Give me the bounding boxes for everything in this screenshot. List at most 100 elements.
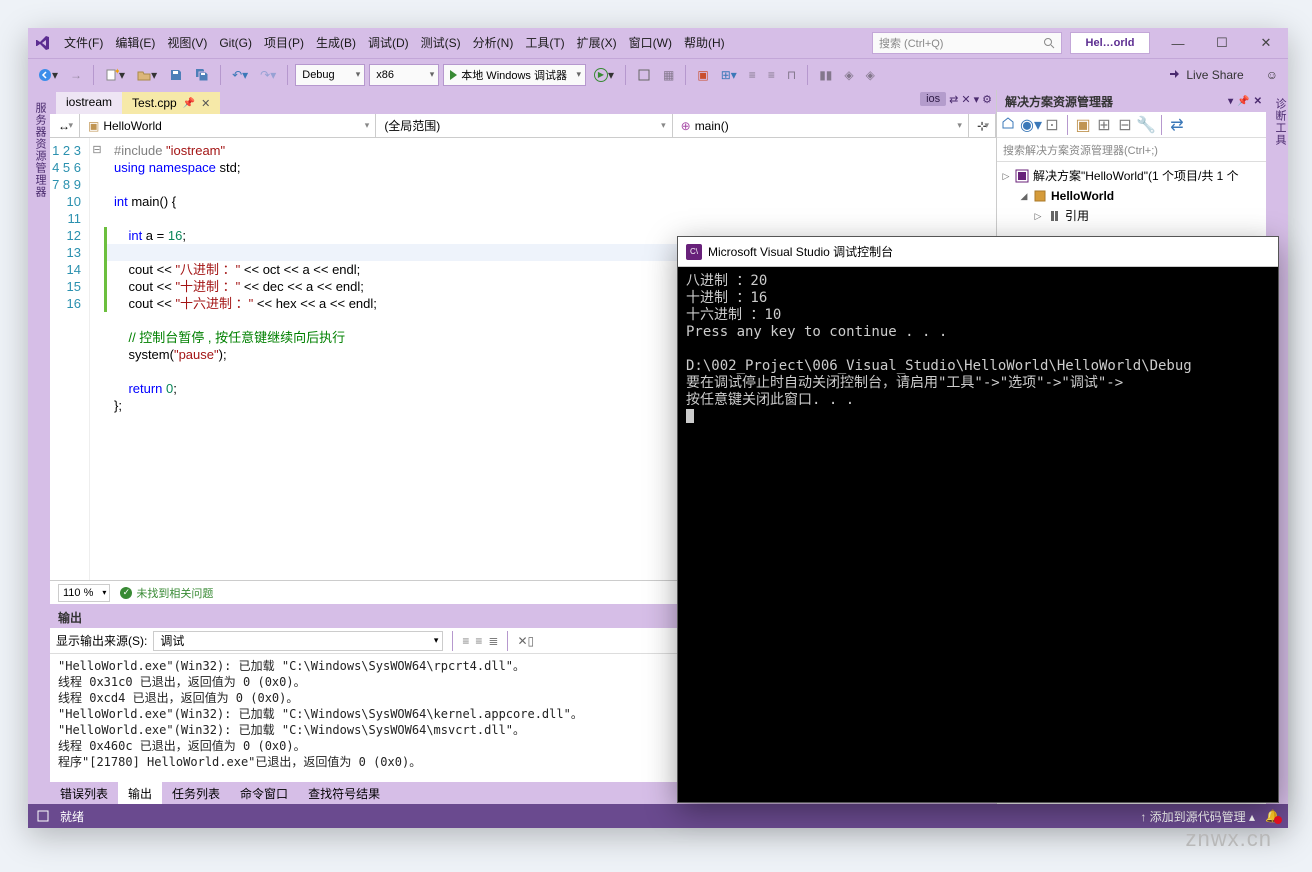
tb-icon-5[interactable]: ≡ (745, 63, 760, 87)
console-title-text: Microsoft Visual Studio 调试控制台 (708, 243, 893, 260)
tb-icon-6[interactable]: ≡ (764, 63, 779, 87)
nav-project[interactable]: ▣HelloWorld (80, 114, 376, 137)
out-clear-button[interactable]: ✕▯ (517, 634, 534, 648)
search-box[interactable]: 搜索 (Ctrl+Q) (872, 32, 1062, 54)
status-icon (36, 809, 50, 823)
tab-gear-icon[interactable]: ⚙ (982, 93, 992, 106)
bottom-tab-命令窗口[interactable]: 命令窗口 (230, 782, 298, 804)
code-nav-row: ↔ ▣HelloWorld (全局范围) ⊕main() ⊹ (50, 114, 996, 138)
console-title-bar[interactable]: C\ Microsoft Visual Studio 调试控制台 (678, 237, 1278, 267)
nav-fwd-button[interactable]: → (66, 63, 86, 87)
nav-toggle[interactable]: ↔ (50, 114, 80, 137)
redo-button[interactable]: ↷▾ (256, 63, 280, 87)
save-button[interactable] (165, 63, 187, 87)
menu-窗口(W)[interactable]: 窗口(W) (623, 28, 678, 58)
platform-combo[interactable]: x86 (369, 64, 439, 86)
sol-tb-3[interactable]: ⊡ (1043, 116, 1061, 134)
console-body[interactable]: 八进制 ：20 十进制 ：16 十六进制 ：10 Press any key t… (678, 267, 1278, 802)
tb-icon-1[interactable] (633, 63, 655, 87)
tb-icon-7[interactable]: ⊓ (783, 63, 800, 87)
fold-column[interactable]: ⊟ (90, 138, 104, 580)
menu-扩展(X)[interactable]: 扩展(X) (571, 28, 623, 58)
tb-icon-4[interactable]: ⊞▾ (717, 63, 741, 87)
sol-references[interactable]: 引用 (1065, 206, 1089, 226)
menu-生成(B)[interactable]: 生成(B) (310, 28, 362, 58)
status-ready: 就绪 (60, 808, 84, 825)
menu-文件(F)[interactable]: 文件(F) (58, 28, 109, 58)
bottom-tab-查找符号结果[interactable]: 查找符号结果 (298, 782, 390, 804)
bottom-tab-错误列表[interactable]: 错误列表 (50, 782, 118, 804)
feedback-button[interactable]: ☺ (1262, 63, 1282, 87)
pinned-tab[interactable]: ios (920, 92, 946, 106)
minimize-button[interactable]: — (1156, 28, 1200, 58)
tb-icon-2[interactable]: ▦ (659, 63, 678, 87)
out-btn-1[interactable]: ≡ (462, 634, 469, 648)
add-to-src-control[interactable]: ↑ 添加到源代码管理 ▴ (1140, 808, 1255, 825)
menu-分析(N)[interactable]: 分析(N) (467, 28, 520, 58)
nav-split[interactable]: ⊹ (969, 114, 996, 137)
tb-icon-8[interactable]: ▮▮ (815, 63, 836, 87)
open-button[interactable]: ▾ (133, 63, 161, 87)
document-tabs: iostreamTest.cpp 📌 ✕ ios ⇄ ✕ ▾ ⚙ (50, 90, 996, 114)
sol-pin-icon[interactable]: 📌 (1237, 96, 1249, 107)
sol-project[interactable]: HelloWorld (1051, 186, 1114, 206)
menu-帮助(H)[interactable]: 帮助(H) (678, 28, 731, 58)
search-icon (1043, 37, 1055, 49)
output-source-combo[interactable]: 调试 (153, 631, 443, 651)
menu-调试(D)[interactable]: 调试(D) (362, 28, 415, 58)
save-all-button[interactable] (191, 63, 213, 87)
sol-tb-7[interactable]: 🔧 (1137, 116, 1155, 134)
play-icon (450, 70, 457, 80)
solution-toolbar: ◉▾ ⊡ ▣ ⊞ ⊟ 🔧 ⇄ (997, 112, 1266, 138)
bottom-tab-任务列表[interactable]: 任务列表 (162, 782, 230, 804)
zoom-combo[interactable]: 110 % (58, 584, 110, 602)
nav-scope[interactable]: (全局范围) (376, 114, 672, 137)
nav-back-button[interactable]: ▾ (34, 63, 62, 87)
sol-tb-4[interactable]: ▣ (1074, 116, 1092, 134)
sol-tb-6[interactable]: ⊟ (1116, 116, 1134, 134)
sol-tb-2[interactable]: ◉▾ (1022, 116, 1040, 134)
share-icon (1168, 68, 1182, 82)
tab-close-icon[interactable]: ✕ (961, 93, 970, 106)
sol-close-icon[interactable]: ✕ (1254, 96, 1262, 107)
nav-member[interactable]: ⊕main() (673, 114, 969, 137)
live-share-button[interactable]: Live Share (1160, 68, 1251, 82)
menu-测试(S)[interactable]: 测试(S) (415, 28, 467, 58)
main-toolbar: ▾ → ✦▾ ▾ ↶▾ ↷▾ Debug x86 本地 Windows 调试器 … (28, 58, 1288, 90)
sol-tb-5[interactable]: ⊞ (1095, 116, 1113, 134)
doc-tab-iostream[interactable]: iostream (56, 92, 122, 114)
run-button[interactable]: 本地 Windows 调试器 (443, 64, 586, 86)
sol-home-icon[interactable] (1001, 116, 1019, 134)
menu-Git(G)[interactable]: Git(G) (213, 28, 258, 58)
title-bar: 文件(F)编辑(E)视图(V)Git(G)项目(P)生成(B)调试(D)测试(S… (28, 28, 1288, 58)
notification-bell-icon[interactable]: 🔔 (1265, 809, 1280, 823)
sol-dropdown-icon[interactable]: ▾ (1228, 96, 1233, 107)
menu-视图(V)[interactable]: 视图(V) (161, 28, 213, 58)
maximize-button[interactable]: ☐ (1200, 28, 1244, 58)
out-btn-3[interactable]: ≣ (488, 634, 498, 648)
sol-root[interactable]: 解决方案"HelloWorld"(1 个项目/共 1 个 (1033, 166, 1239, 186)
bottom-tab-输出[interactable]: 输出 (118, 782, 162, 804)
config-combo[interactable]: Debug (295, 64, 365, 86)
new-button[interactable]: ✦▾ (101, 63, 129, 87)
solution-search[interactable]: 搜索解决方案资源管理器(Ctrl+;) (997, 138, 1266, 162)
menu-bar: 文件(F)编辑(E)视图(V)Git(G)项目(P)生成(B)调试(D)测试(S… (58, 28, 731, 58)
console-icon: C\ (686, 244, 702, 260)
tb-icon-9[interactable]: ◈ (840, 63, 857, 87)
menu-编辑(E)[interactable]: 编辑(E) (109, 28, 161, 58)
run-no-debug-button[interactable]: ▶▾ (590, 63, 618, 87)
doc-tab-Test.cpp[interactable]: Test.cpp 📌 ✕ (122, 92, 220, 114)
project-selector[interactable]: Hel…orld (1070, 32, 1150, 54)
out-btn-2[interactable]: ≡ (475, 634, 482, 648)
menu-工具(T)[interactable]: 工具(T) (519, 28, 570, 58)
tab-dropdown-icon[interactable]: ⇄ (949, 93, 958, 106)
close-button[interactable]: ✕ (1244, 28, 1288, 58)
menu-项目(P)[interactable]: 项目(P) (258, 28, 310, 58)
tab-menu-icon[interactable]: ▾ (974, 93, 980, 106)
left-tool-rail[interactable]: 服务器资源管理器 (28, 90, 50, 804)
tb-icon-3[interactable]: ▣ (693, 63, 712, 87)
svg-text:✦: ✦ (114, 68, 119, 76)
sol-tb-8[interactable]: ⇄ (1168, 116, 1186, 134)
tb-icon-10[interactable]: ◈ (862, 63, 879, 87)
undo-button[interactable]: ↶▾ (228, 63, 252, 87)
